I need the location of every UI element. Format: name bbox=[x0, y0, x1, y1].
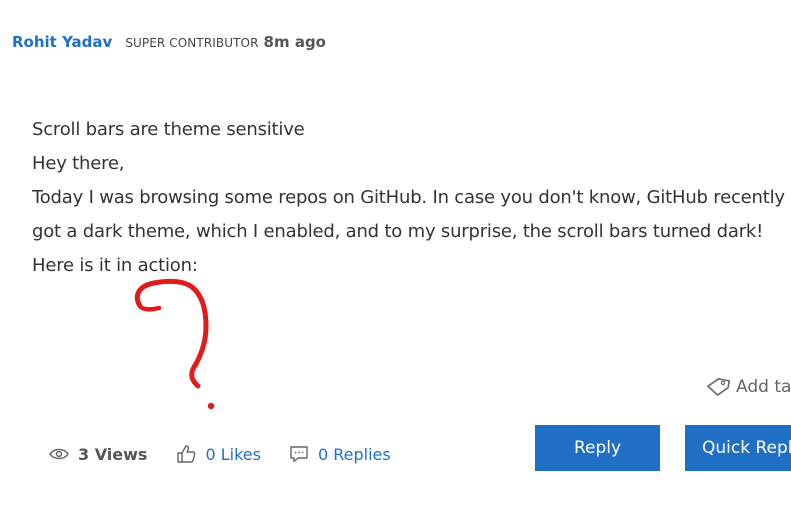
reply-button[interactable]: Reply bbox=[535, 425, 660, 471]
eye-icon bbox=[49, 448, 69, 460]
add-tag-control[interactable]: Add tag bbox=[705, 376, 791, 398]
post-author-row: Rohit Yadav SUPER CONTRIBUTOR 8m ago bbox=[12, 33, 326, 51]
author-name-link[interactable]: Rohit Yadav bbox=[12, 33, 112, 51]
views-stat: 3 Views bbox=[49, 445, 147, 464]
comment-icon bbox=[290, 446, 308, 463]
post-line: got a dark theme, which I enabled, and t… bbox=[32, 221, 764, 242]
author-rank-badge: SUPER CONTRIBUTOR bbox=[125, 36, 259, 50]
post-line: Hey there, bbox=[32, 153, 125, 174]
thumbs-up-icon bbox=[177, 445, 196, 463]
likes-count[interactable]: 0 Likes bbox=[205, 445, 261, 464]
replies-stat[interactable]: 0 Replies bbox=[289, 445, 391, 464]
post-timestamp: 8m ago bbox=[263, 33, 326, 51]
tag-icon bbox=[707, 378, 731, 396]
post-stats: 3 Views 0 Likes 0 Replies bbox=[49, 444, 391, 464]
replies-count[interactable]: 0 Replies bbox=[318, 445, 391, 464]
quick-reply-button[interactable]: Quick Reply bbox=[685, 425, 791, 471]
add-tag-label: Add tag bbox=[736, 377, 791, 397]
views-count: 3 Views bbox=[78, 444, 148, 464]
post-body: Scroll bars are theme sensitive Hey ther… bbox=[32, 113, 791, 283]
question-mark-annotation bbox=[134, 278, 215, 410]
post-line: Today I was browsing some repos on GitHu… bbox=[32, 187, 785, 208]
likes-stat[interactable]: 0 Likes bbox=[176, 444, 261, 464]
post-line: Scroll bars are theme sensitive bbox=[32, 119, 305, 140]
